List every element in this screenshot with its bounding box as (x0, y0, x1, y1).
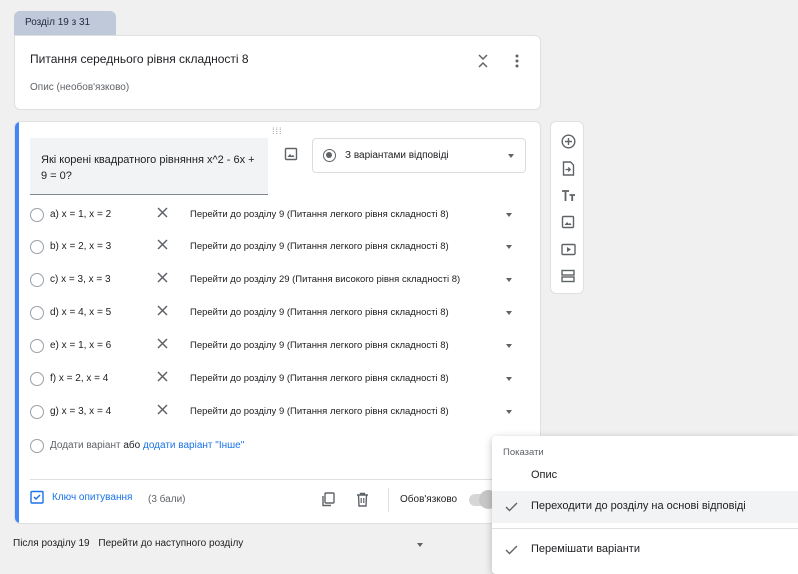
after-section-row[interactable]: Після розділу 19 Перейти до наступного р… (0, 535, 492, 555)
remove-option-icon[interactable] (155, 402, 169, 416)
option-goto-select[interactable]: Перейти до розділу 9 (Питання легкого рі… (190, 406, 449, 417)
answer-key-icon (30, 490, 44, 504)
add-other-link[interactable]: додати варіант "Інше" (143, 440, 244, 451)
menu-item-description[interactable]: Опис (492, 460, 798, 492)
chevron-down-icon (506, 344, 512, 348)
menu-header: Показати (503, 447, 544, 458)
add-image-icon[interactable] (283, 146, 299, 162)
radio-type-icon (323, 149, 336, 162)
option-goto-select[interactable]: Перейти до розділу 29 (Питання високого … (190, 274, 460, 285)
chevron-down-icon (506, 278, 512, 282)
after-section-prefix: Після розділу 19 (13, 538, 90, 549)
check-icon (503, 499, 519, 515)
menu-divider (492, 528, 798, 529)
option-goto-select[interactable]: Перейти до розділу 9 (Питання легкого рі… (190, 241, 449, 252)
remove-option-icon[interactable] (155, 336, 169, 350)
add-image-icon[interactable] (559, 213, 577, 231)
remove-option-icon[interactable] (155, 270, 169, 284)
question-card[interactable]: ⁞⁞⁞ Які корені квадратного рівняння x^2 … (14, 121, 541, 524)
points-label: (3 бали) (148, 494, 186, 505)
option-row[interactable]: e) x = 1, x = 6 Перейти до розділу 9 (Пи… (15, 331, 540, 361)
check-icon (503, 542, 519, 558)
remove-option-icon[interactable] (155, 205, 169, 219)
option-label[interactable]: e) x = 1, x = 6 (50, 340, 111, 351)
option-radio (30, 339, 44, 353)
option-label[interactable]: c) x = 3, x = 3 (50, 274, 111, 285)
add-option-label[interactable]: Додати варіант або додати варіант "Інше" (50, 440, 244, 451)
add-section-icon[interactable] (559, 267, 577, 285)
import-question-icon[interactable] (559, 159, 577, 177)
remove-option-icon[interactable] (155, 369, 169, 383)
chevron-down-icon (506, 410, 512, 414)
option-goto-select[interactable]: Перейти до розділу 9 (Питання легкого рі… (190, 373, 449, 384)
option-label[interactable]: a) x = 1, x = 2 (50, 209, 111, 220)
add-option-text[interactable]: Додати варіант (50, 440, 121, 451)
remove-option-icon[interactable] (155, 303, 169, 317)
option-radio (30, 405, 44, 419)
option-radio (30, 372, 44, 386)
chevron-down-icon (506, 311, 512, 315)
add-title-icon[interactable] (559, 186, 577, 204)
chevron-down-icon (506, 377, 512, 381)
footer-divider (30, 479, 540, 480)
after-section-value[interactable]: Перейти до наступного розділу (98, 538, 243, 549)
drag-handle-icon[interactable]: ⁞⁞⁞ (272, 126, 283, 136)
menu-item-label: Перемішати варіанти (531, 543, 640, 555)
footer-vertical-divider (388, 488, 389, 512)
answer-key-label: Ключ опитування (52, 491, 133, 503)
section-title-card[interactable]: Питання середнього рівня складності 8 Оп… (14, 35, 541, 110)
option-row[interactable]: c) x = 3, x = 3 Перейти до розділу 29 (П… (15, 265, 540, 295)
section-title[interactable]: Питання середнього рівня складності 8 (30, 52, 249, 66)
question-type-select[interactable]: З варіантами відповіді (312, 138, 526, 173)
add-question-icon[interactable] (559, 132, 577, 150)
collapse-icon[interactable] (475, 53, 491, 69)
duplicate-icon[interactable] (319, 490, 337, 508)
after-section-label: Після розділу 19 Перейти до наступного р… (13, 538, 243, 549)
chevron-down-icon (506, 213, 512, 217)
option-radio (30, 439, 44, 453)
remove-option-icon[interactable] (155, 237, 169, 251)
add-video-icon[interactable] (559, 240, 577, 258)
more-vert-icon[interactable] (509, 53, 525, 69)
option-row[interactable]: f) x = 2, x = 4 Перейти до розділу 9 (Пи… (15, 364, 540, 394)
side-toolbar (550, 121, 584, 294)
option-goto-select[interactable]: Перейти до розділу 9 (Питання легкого рі… (190, 307, 449, 318)
menu-item-label: Опис (531, 469, 558, 481)
option-row[interactable]: g) x = 3, x = 4 Перейти до розділу 9 (Пи… (15, 397, 540, 427)
section-tab: Розділ 19 з 31 (14, 11, 116, 36)
option-label[interactable]: d) x = 4, x = 5 (50, 307, 111, 318)
delete-icon[interactable] (353, 490, 371, 508)
option-label[interactable]: g) x = 3, x = 4 (50, 406, 111, 417)
section-description[interactable]: Опис (необов'язково) (30, 82, 129, 93)
option-radio (30, 240, 44, 254)
option-label[interactable]: b) x = 2, x = 3 (50, 241, 111, 252)
option-radio (30, 273, 44, 287)
answer-key-button[interactable]: Ключ опитування (30, 490, 132, 504)
question-text-input[interactable]: Які корені квадратного рівняння x^2 - 6x… (30, 138, 268, 195)
option-label[interactable]: f) x = 2, x = 4 (50, 373, 108, 384)
chevron-down-icon (506, 245, 512, 249)
question-type-label: З варіантами відповіді (345, 150, 449, 161)
show-options-menu: Показати Опис Переходити до розділу на о… (492, 436, 798, 574)
option-row[interactable]: d) x = 4, x = 5 Перейти до розділу 9 (Пи… (15, 298, 540, 328)
menu-item-shuffle[interactable]: Перемішати варіанти (492, 534, 798, 566)
option-radio (30, 306, 44, 320)
menu-item-label: Переходити до розділу на основі відповід… (531, 500, 746, 512)
option-goto-select[interactable]: Перейти до розділу 9 (Питання легкого рі… (190, 209, 449, 220)
option-row[interactable]: a) x = 1, x = 2 Перейти до розділу 9 (Пи… (15, 200, 540, 230)
option-goto-select[interactable]: Перейти до розділу 9 (Питання легкого рі… (190, 340, 449, 351)
or-text: або (123, 440, 141, 451)
add-option-row[interactable]: Додати варіант або додати варіант "Інше" (15, 433, 540, 463)
option-radio (30, 208, 44, 222)
chevron-down-icon (417, 543, 423, 547)
chevron-down-icon (508, 154, 514, 158)
option-row[interactable]: b) x = 2, x = 3 Перейти до розділу 9 (Пи… (15, 232, 540, 262)
required-label: Обов'язково (400, 494, 458, 505)
menu-item-goto-section[interactable]: Переходити до розділу на основі відповід… (492, 491, 798, 523)
